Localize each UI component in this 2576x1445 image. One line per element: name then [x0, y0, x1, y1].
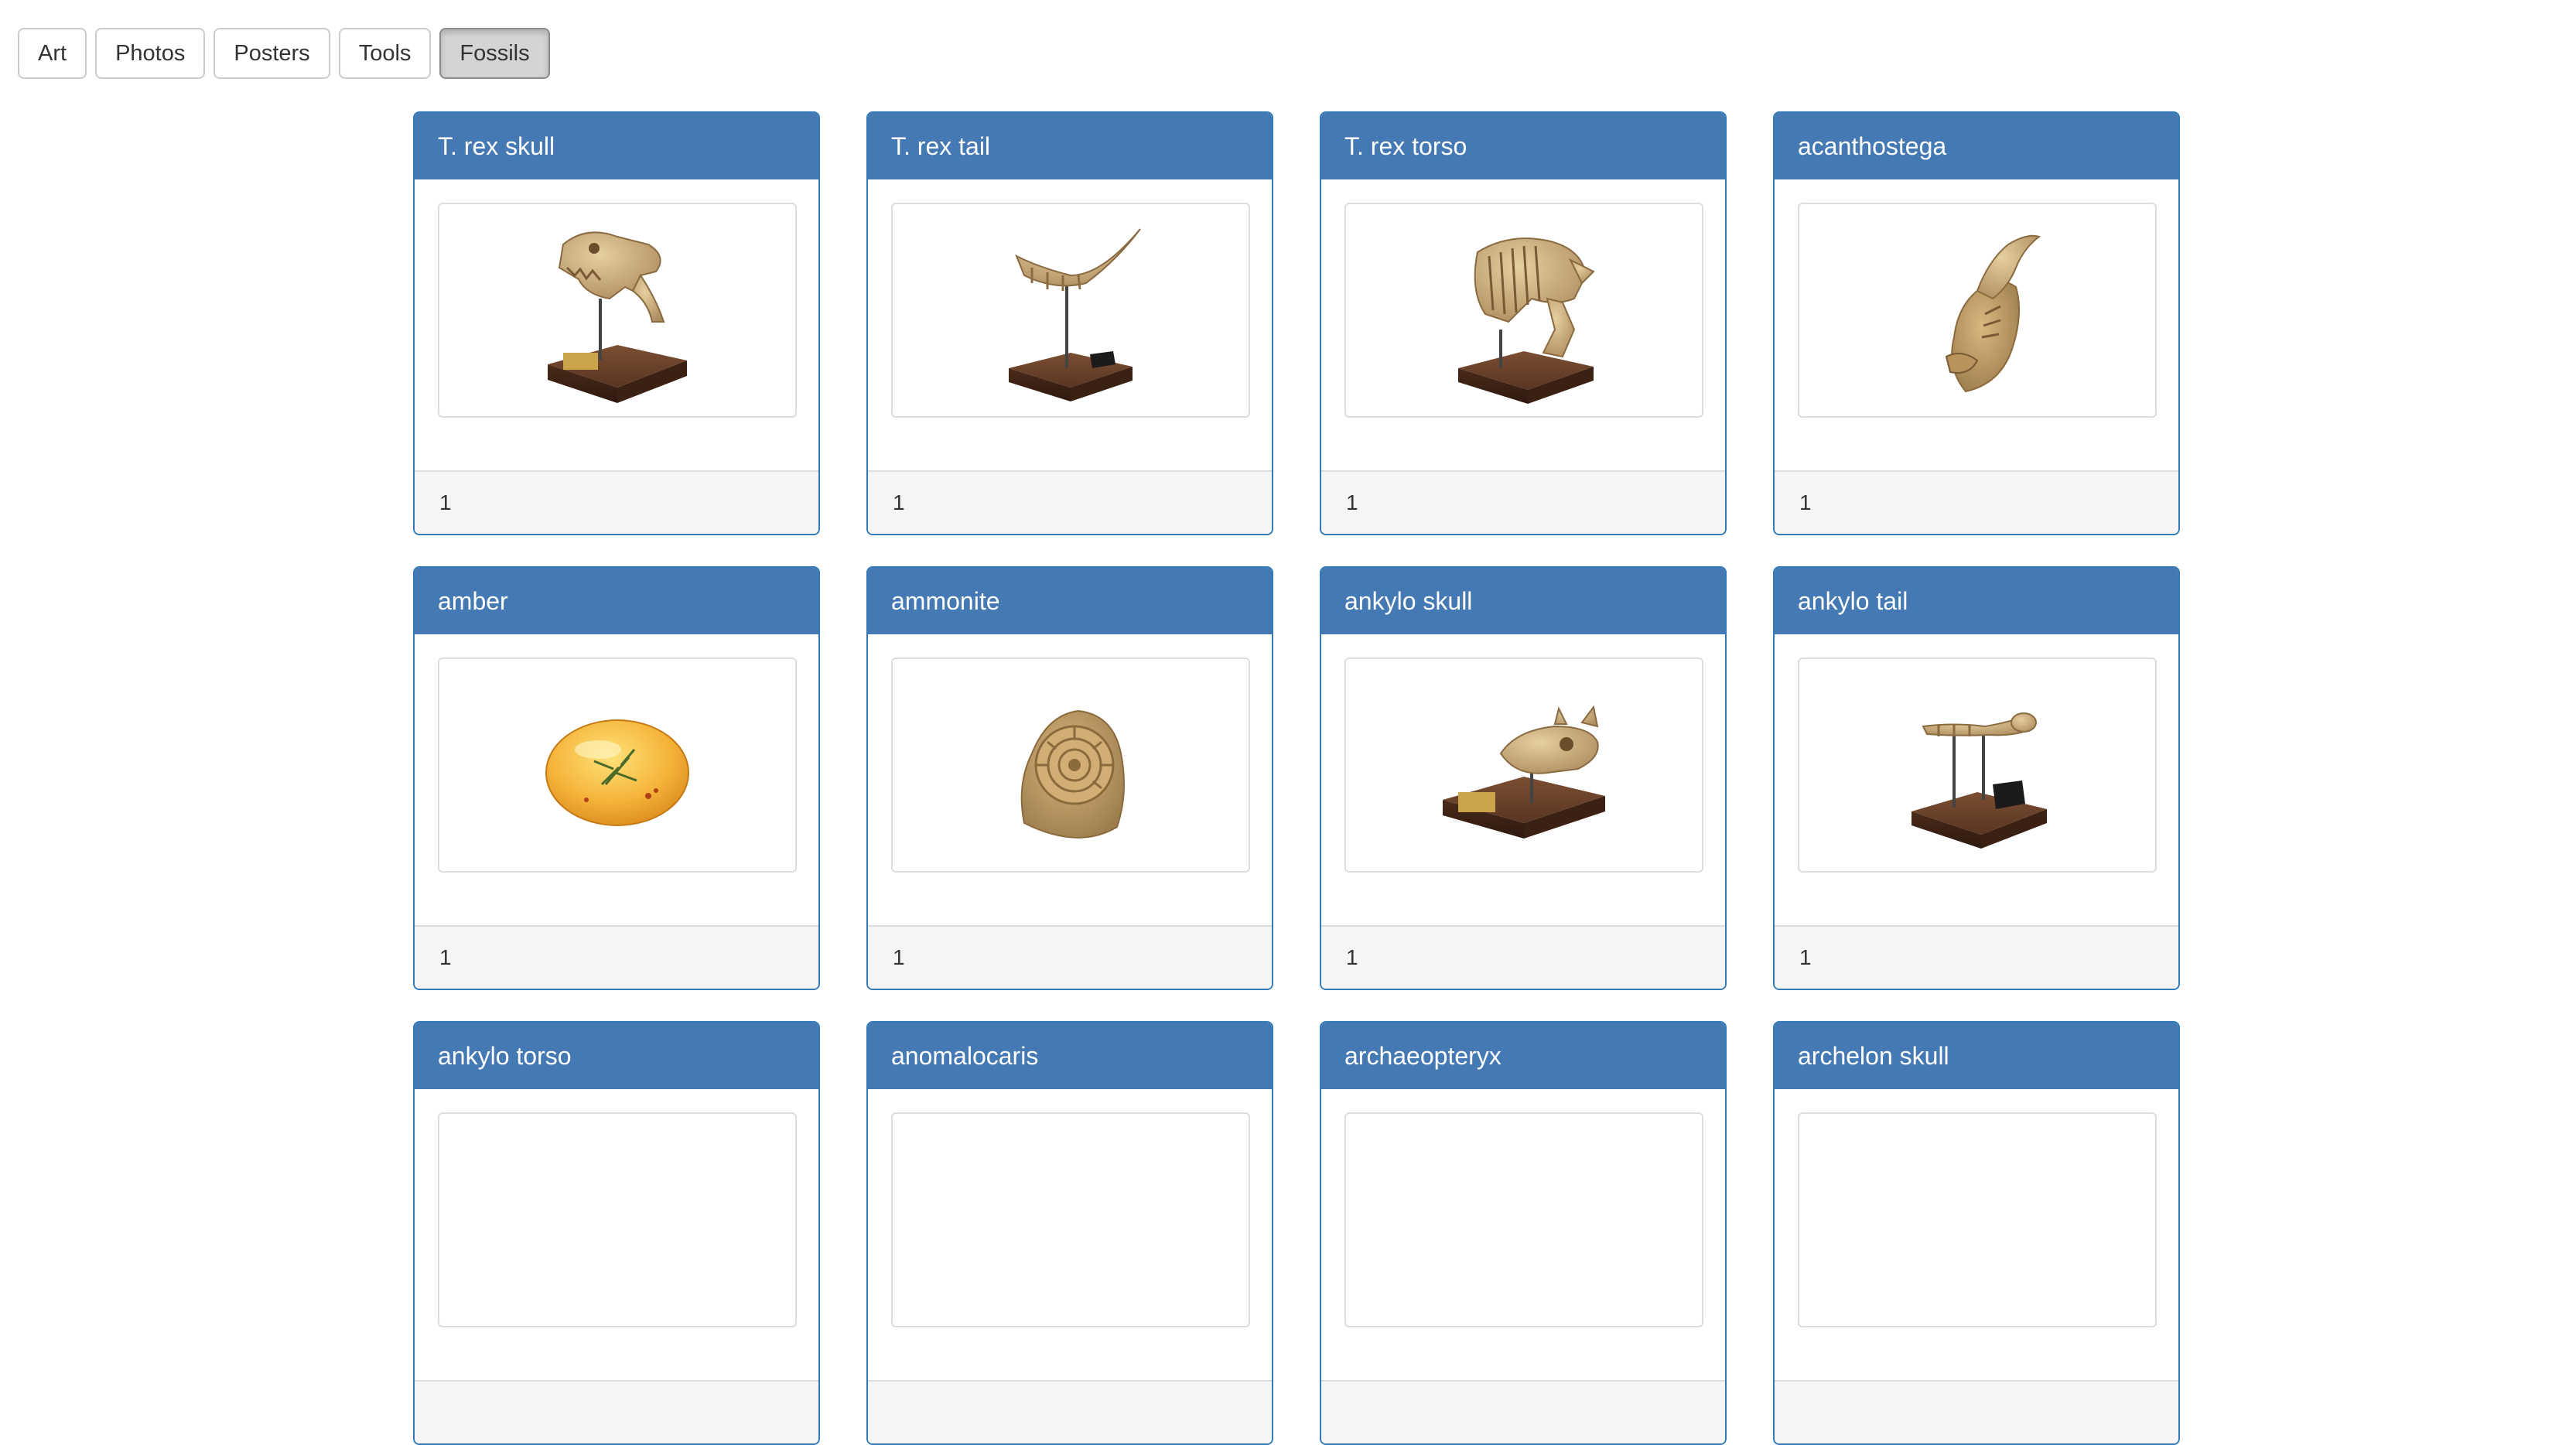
- card-thumbnail: [1798, 1112, 2157, 1327]
- card-count: [415, 1380, 818, 1443]
- card-thumbnail: [1798, 658, 2157, 873]
- card-thumbnail: [1798, 203, 2157, 418]
- card-count: 1: [1775, 925, 2178, 989]
- category-toolbar: Art Photos Posters Tools Fossils: [18, 28, 550, 79]
- fossil-card[interactable]: T. rex skull 1: [413, 111, 820, 535]
- card-title: amber: [415, 568, 818, 634]
- tab-fossils[interactable]: Fossils: [439, 28, 550, 79]
- card-count: 1: [1775, 470, 2178, 534]
- ankylo-tail-fossil-icon: [1912, 712, 2047, 849]
- card-thumbnail: [891, 203, 1250, 418]
- tab-photos[interactable]: Photos: [95, 28, 206, 79]
- card-body: [868, 179, 1272, 470]
- card-thumbnail: [1344, 1112, 1703, 1327]
- card-thumbnail: [891, 658, 1250, 873]
- card-thumbnail: [1344, 658, 1703, 873]
- card-body: [415, 1089, 818, 1380]
- acanthostega-fossil-icon: [1945, 234, 2041, 393]
- fossil-card[interactable]: archelon skull: [1773, 1021, 2180, 1445]
- fossil-grid: T. rex skull 1 T. rex tail 1 T. rex tors…: [413, 111, 2180, 1445]
- card-thumbnail: [438, 1112, 797, 1327]
- card-title: archelon skull: [1775, 1023, 2178, 1089]
- fossil-card[interactable]: ankylo skull 1: [1320, 566, 1727, 990]
- card-thumbnail: [438, 658, 797, 873]
- tab-posters[interactable]: Posters: [214, 28, 330, 79]
- card-body: [1775, 1089, 2178, 1380]
- tab-art[interactable]: Art: [18, 28, 87, 79]
- card-body: [1321, 179, 1725, 470]
- trex-tail-fossil-icon: [1009, 228, 1141, 401]
- amber-fossil-icon: [545, 719, 689, 826]
- card-count: 1: [1321, 470, 1725, 534]
- fossil-card[interactable]: acanthostega 1: [1773, 111, 2180, 535]
- card-thumbnail: [891, 1112, 1250, 1327]
- card-body: [1321, 634, 1725, 925]
- card-body: [415, 179, 818, 470]
- card-count: [1775, 1380, 2178, 1443]
- card-count: [868, 1380, 1272, 1443]
- card-count: [1321, 1380, 1725, 1443]
- fossil-card[interactable]: T. rex torso 1: [1320, 111, 1727, 535]
- card-body: [1321, 1089, 1725, 1380]
- ammonite-fossil-icon: [1020, 709, 1125, 839]
- card-title: ankylo skull: [1321, 568, 1725, 634]
- card-body: [868, 634, 1272, 925]
- card-title: T. rex skull: [415, 113, 818, 179]
- card-body: [1775, 634, 2178, 925]
- card-thumbnail: [1344, 203, 1703, 418]
- card-count: 1: [868, 925, 1272, 989]
- card-count: 1: [415, 925, 818, 989]
- tab-tools[interactable]: Tools: [338, 28, 432, 79]
- card-title: anomalocaris: [868, 1023, 1272, 1089]
- fossil-card[interactable]: anomalocaris: [866, 1021, 1273, 1445]
- fossil-card[interactable]: ammonite 1: [866, 566, 1273, 990]
- card-count: 1: [415, 470, 818, 534]
- card-title: ankylo tail: [1775, 568, 2178, 634]
- fossil-card[interactable]: archaeopteryx: [1320, 1021, 1727, 1445]
- card-title: ankylo torso: [415, 1023, 818, 1089]
- card-body: [415, 634, 818, 925]
- card-title: T. rex torso: [1321, 113, 1725, 179]
- card-body: [1775, 179, 2178, 470]
- card-body: [868, 1089, 1272, 1380]
- card-title: archaeopteryx: [1321, 1023, 1725, 1089]
- card-thumbnail: [438, 203, 797, 418]
- fossil-card[interactable]: ankylo torso: [413, 1021, 820, 1445]
- trex-skull-fossil-icon: [548, 231, 687, 403]
- card-title: T. rex tail: [868, 113, 1272, 179]
- card-title: ammonite: [868, 568, 1272, 634]
- card-title: acanthostega: [1775, 113, 2178, 179]
- trex-torso-fossil-icon: [1458, 237, 1595, 404]
- fossil-card[interactable]: amber 1: [413, 566, 820, 990]
- card-count: 1: [868, 470, 1272, 534]
- ankylo-skull-fossil-icon: [1443, 705, 1605, 839]
- card-count: 1: [1321, 925, 1725, 989]
- fossil-card[interactable]: ankylo tail 1: [1773, 566, 2180, 990]
- fossil-card[interactable]: T. rex tail 1: [866, 111, 1273, 535]
